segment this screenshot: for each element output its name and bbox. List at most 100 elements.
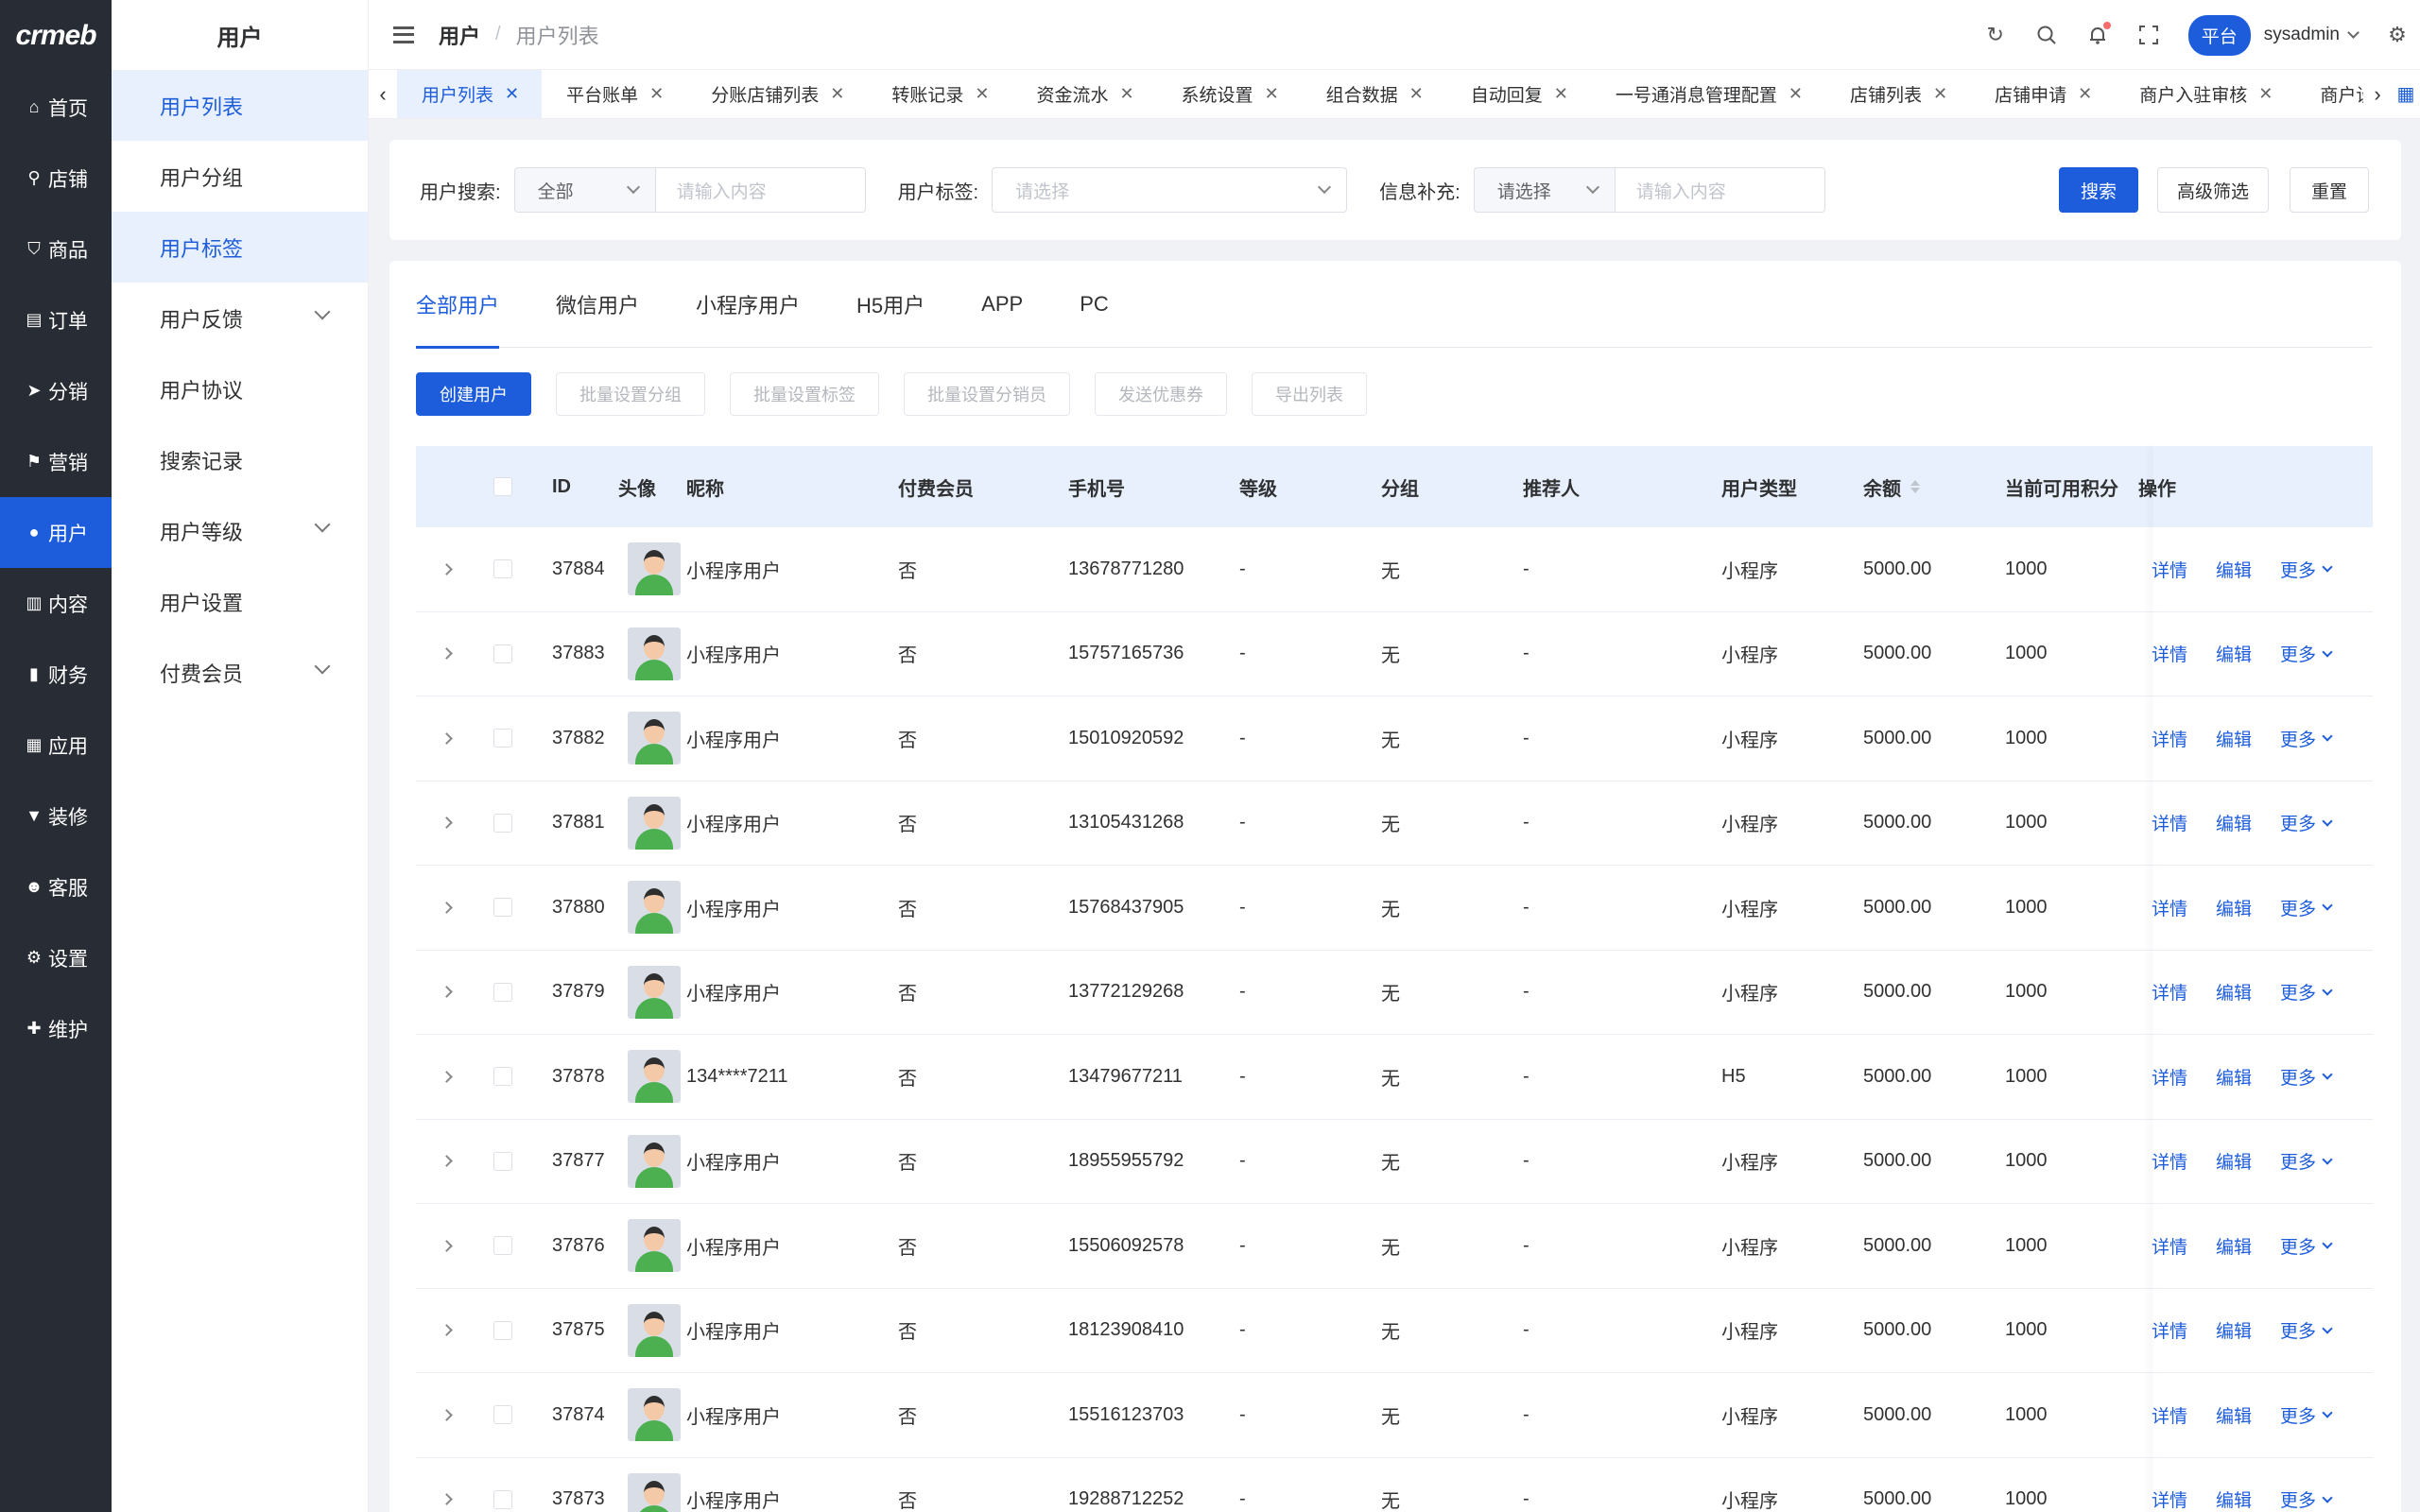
close-icon[interactable]: ✕ <box>1789 84 1803 104</box>
rail-item-maintain[interactable]: ✚ 维护 <box>0 993 112 1064</box>
expand-row-icon[interactable] <box>440 901 453 914</box>
page-tag[interactable]: 自动回复 ✕ <box>1446 70 1591 118</box>
info-field-select[interactable]: 请选择 <box>1473 167 1616 213</box>
more-dropdown[interactable]: 更多 <box>2280 1402 2333 1428</box>
row-checkbox[interactable] <box>493 898 512 918</box>
avatar[interactable] <box>628 1388 681 1442</box>
edit-link[interactable]: 编辑 <box>2216 810 2252 835</box>
close-icon[interactable]: ✕ <box>2078 84 2092 104</box>
page-tag[interactable]: 商户入驻审核 ✕ <box>2115 70 2295 118</box>
close-icon[interactable]: ✕ <box>1119 84 1133 104</box>
rail-item-goods[interactable]: ⛉ 商品 <box>0 214 112 284</box>
refresh-icon[interactable]: ↻ <box>1984 23 2007 46</box>
page-tag[interactable]: 分账店铺列表 ✕ <box>686 70 867 118</box>
expand-row-icon[interactable] <box>440 1493 453 1506</box>
expand-row-icon[interactable] <box>440 986 453 999</box>
breadcrumb-parent[interactable]: 用户 <box>439 20 480 50</box>
batch-group-button[interactable]: 批量设置分组 <box>556 372 705 416</box>
create-user-button[interactable]: 创建用户 <box>416 372 531 416</box>
grid-menu-icon[interactable]: ▦ <box>2392 82 2420 106</box>
avatar[interactable] <box>628 965 681 1019</box>
user-type-tab[interactable]: 微信用户 <box>556 261 639 348</box>
search-input[interactable]: 请输入内容 <box>655 167 866 213</box>
expand-row-icon[interactable] <box>440 1408 453 1421</box>
row-checkbox[interactable] <box>493 1151 512 1171</box>
rail-item-apps[interactable]: ▦ 应用 <box>0 710 112 781</box>
row-checkbox[interactable] <box>493 1236 512 1256</box>
close-icon[interactable]: ✕ <box>1554 84 1568 104</box>
edit-link[interactable]: 编辑 <box>2216 641 2252 666</box>
submenu-item[interactable]: 用户等级 <box>112 495 368 566</box>
batch-tag-button[interactable]: 批量设置标签 <box>730 372 879 416</box>
avatar[interactable] <box>628 1472 681 1512</box>
close-icon[interactable]: ✕ <box>2258 84 2273 104</box>
edit-link[interactable]: 编辑 <box>2216 1317 2252 1343</box>
select-all-checkbox[interactable] <box>493 477 512 496</box>
row-checkbox[interactable] <box>493 729 512 748</box>
row-checkbox[interactable] <box>493 559 512 579</box>
export-list-button[interactable]: 导出列表 <box>1252 372 1367 416</box>
search-button[interactable]: 搜索 <box>2059 167 2138 213</box>
gear-icon[interactable]: ⚙ <box>2386 23 2409 46</box>
edit-link[interactable]: 编辑 <box>2216 1402 2252 1428</box>
expand-row-icon[interactable] <box>440 562 453 576</box>
more-dropdown[interactable]: 更多 <box>2280 641 2333 666</box>
page-tag[interactable]: 用户列表 ✕ <box>397 70 543 118</box>
page-tag[interactable]: 组合数据 ✕ <box>1302 70 1446 118</box>
submenu-item[interactable]: 搜索记录 <box>112 424 368 495</box>
page-tag[interactable]: 转账记录 ✕ <box>867 70 1011 118</box>
edit-link[interactable]: 编辑 <box>2216 979 2252 1005</box>
submenu-item[interactable]: 用户分组 <box>112 141 368 212</box>
platform-badge[interactable]: 平台 <box>2187 14 2251 56</box>
submenu-item[interactable]: 付费会员 <box>112 637 368 708</box>
avatar[interactable] <box>628 627 681 680</box>
page-tag[interactable]: 一号通消息管理配置 ✕ <box>1591 70 1825 118</box>
user-type-tab[interactable]: PC <box>1080 261 1109 348</box>
row-checkbox[interactable] <box>493 1320 512 1340</box>
more-dropdown[interactable]: 更多 <box>2280 979 2333 1005</box>
advanced-filter-button[interactable]: 高级筛选 <box>2157 167 2269 213</box>
page-tag[interactable]: 店铺申请 ✕ <box>1970 70 2115 118</box>
rail-item-service[interactable]: ☻ 客服 <box>0 851 112 922</box>
expand-row-icon[interactable] <box>440 647 453 661</box>
avatar[interactable] <box>628 1219 681 1273</box>
sort-icon[interactable] <box>1910 480 1920 493</box>
avatar[interactable] <box>628 881 681 935</box>
expand-row-icon[interactable] <box>440 1070 453 1083</box>
expand-row-icon[interactable] <box>440 1324 453 1337</box>
submenu-item[interactable]: 用户反馈 <box>112 283 368 353</box>
rail-item-home[interactable]: ⌂ 首页 <box>0 72 112 143</box>
rail-item-store[interactable]: ⚲ 店铺 <box>0 143 112 214</box>
avatar[interactable] <box>628 1050 681 1104</box>
close-icon[interactable]: ✕ <box>649 84 664 104</box>
user-type-tab[interactable]: APP <box>981 261 1023 348</box>
edit-link[interactable]: 编辑 <box>2216 1064 2252 1090</box>
close-icon[interactable]: ✕ <box>505 84 519 104</box>
info-input[interactable]: 请输入内容 <box>1615 167 1825 213</box>
batch-distributor-button[interactable]: 批量设置分销员 <box>904 372 1070 416</box>
rail-item-settings[interactable]: ⚙ 设置 <box>0 922 112 993</box>
row-checkbox[interactable] <box>493 982 512 1002</box>
more-dropdown[interactable]: 更多 <box>2280 1317 2333 1343</box>
row-checkbox[interactable] <box>493 813 512 833</box>
avatar[interactable] <box>628 1303 681 1357</box>
submenu-item[interactable]: 用户列表 <box>112 70 368 141</box>
more-dropdown[interactable]: 更多 <box>2280 1064 2333 1090</box>
edit-link[interactable]: 编辑 <box>2216 557 2252 582</box>
edit-link[interactable]: 编辑 <box>2216 1148 2252 1174</box>
row-checkbox[interactable] <box>493 1489 512 1509</box>
search-icon[interactable] <box>2035 24 2058 46</box>
more-dropdown[interactable]: 更多 <box>2280 1486 2333 1512</box>
page-tag[interactable]: 平台账单 ✕ <box>542 70 686 118</box>
fullscreen-icon[interactable] <box>2137 24 2160 46</box>
more-dropdown[interactable]: 更多 <box>2280 557 2333 582</box>
avatar[interactable] <box>628 1134 681 1188</box>
more-dropdown[interactable]: 更多 <box>2280 726 2333 751</box>
more-dropdown[interactable]: 更多 <box>2280 1148 2333 1174</box>
avatar[interactable] <box>628 712 681 765</box>
close-icon[interactable]: ✕ <box>1409 84 1424 104</box>
user-type-tab[interactable]: 小程序用户 <box>696 261 800 348</box>
close-icon[interactable]: ✕ <box>830 84 844 104</box>
user-type-tab[interactable]: H5用户 <box>856 261 925 348</box>
submenu-item[interactable]: 用户设置 <box>112 566 368 637</box>
